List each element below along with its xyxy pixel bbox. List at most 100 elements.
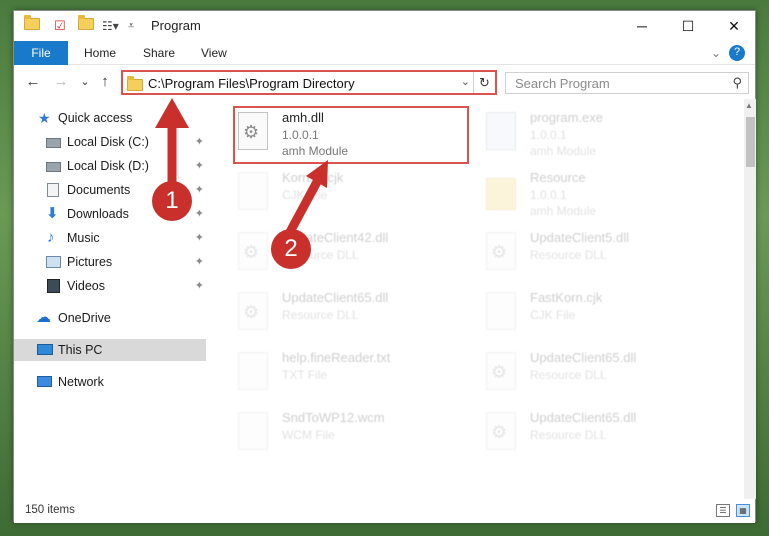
file-icon	[238, 172, 268, 210]
file-name: Resource	[530, 170, 586, 185]
sidebar-item-label: Videos	[67, 279, 105, 293]
up-button[interactable]: ↑	[96, 73, 114, 91]
pin-icon[interactable]: ✦	[195, 203, 204, 225]
file-name: FastKorn.cjk	[530, 290, 603, 305]
file-explorer-window: ☑ ☷▾ ⩡ Program ─ ☐ ✕ File Home Share Vie…	[13, 10, 756, 523]
file-name: program.exe	[530, 110, 603, 125]
pc-icon	[37, 344, 53, 355]
minimize-button[interactable]: ─	[619, 11, 665, 41]
file-item[interactable]: help.fineReader.txt TXT File	[234, 348, 464, 404]
file-type: Resource DLL	[530, 368, 607, 382]
file-icon	[486, 292, 516, 330]
sidebar-item-label: Documents	[67, 183, 131, 197]
search-icon[interactable]: ⚲	[732, 75, 742, 91]
sidebar-item-label: Local Disk (D:)	[67, 159, 149, 173]
drive-icon	[46, 138, 61, 148]
sidebar-item-local-disk-c[interactable]: Local Disk (C:) ✦	[14, 131, 206, 153]
sidebar-item-quick-access[interactable]: ★ Quick access	[14, 107, 206, 129]
expand-ribbon-icon[interactable]: ⌄	[711, 41, 721, 65]
tab-view[interactable]: View	[190, 41, 238, 65]
sidebar-item-this-pc[interactable]: This PC	[14, 339, 206, 361]
pin-icon[interactable]: ✦	[195, 227, 204, 249]
file-name: UpdateClient65.dll	[282, 290, 389, 305]
onedrive-icon: ☁	[36, 309, 51, 326]
network-icon	[37, 376, 52, 387]
dll-file-icon: ⚙	[486, 232, 516, 270]
recent-locations-button[interactable]: ⌄	[76, 73, 94, 91]
videos-icon	[47, 279, 60, 293]
sidebar-item-label: Network	[58, 375, 104, 389]
folder-icon[interactable]	[24, 15, 40, 35]
pin-icon[interactable]: ✦	[195, 179, 204, 201]
back-button[interactable]: ←	[24, 73, 42, 91]
pin-icon[interactable]: ✦	[195, 275, 204, 297]
file-name: UpdateClient5.dll	[530, 230, 630, 245]
ribbon-tabs: File Home Share View ⌄ ?	[14, 41, 755, 65]
sidebar-item-music[interactable]: ♪ Music ✦	[14, 227, 206, 249]
file-description: amh Module	[530, 204, 597, 218]
file-name: UpdateClient65.dll	[530, 350, 637, 365]
close-button[interactable]: ✕	[711, 11, 757, 41]
file-item[interactable]: ⚙ UpdateClient65.dll Resource DLL	[482, 348, 712, 404]
status-bar: 150 items ☰ ▦	[14, 499, 755, 523]
pin-icon[interactable]: ✦	[195, 131, 204, 153]
address-dropdown-icon[interactable]: ⌄	[461, 75, 470, 88]
file-item[interactable]: Resource 1.0.0.1 amh Module	[482, 168, 712, 224]
file-type: Resource DLL	[282, 308, 359, 322]
file-item[interactable]: ⚙ UpdateClient65.dll Resource DLL	[234, 288, 464, 344]
pin-icon[interactable]: ✦	[195, 155, 204, 177]
sidebar-item-local-disk-d[interactable]: Local Disk (D:) ✦	[14, 155, 206, 177]
sidebar-item-onedrive[interactable]: ☁ OneDrive	[14, 307, 206, 329]
file-name: help.fineReader.txt	[282, 350, 391, 365]
sidebar-item-label: Pictures	[67, 255, 113, 269]
sidebar-item-label: OneDrive	[58, 311, 111, 325]
large-icons-view-icon[interactable]: ▦	[736, 504, 750, 517]
music-icon: ♪	[47, 229, 55, 246]
sidebar-item-pictures[interactable]: Pictures ✦	[14, 251, 206, 273]
item-count: 150 items	[25, 504, 75, 516]
tab-share[interactable]: Share	[132, 41, 186, 65]
address-path[interactable]: C:\Program Files\Program Directory	[148, 76, 355, 91]
file-item[interactable]: SndToWP12.wcm WCM File	[234, 408, 464, 464]
refresh-button[interactable]: ↻	[473, 72, 495, 93]
search-placeholder: Search Program	[515, 76, 610, 91]
file-type: Resource DLL	[530, 248, 607, 262]
sidebar-item-label: Music	[67, 231, 100, 245]
file-item[interactable]: ⚙ UpdateClient42.dll Resource DLL	[234, 228, 464, 284]
new-folder-icon[interactable]	[78, 15, 94, 35]
amh-dll-highlight-box	[233, 106, 469, 164]
file-item[interactable]: program.exe 1.0.0.1 amh Module	[482, 108, 712, 164]
forward-button[interactable]: →	[52, 73, 70, 91]
sidebar-item-videos[interactable]: Videos ✦	[14, 275, 206, 297]
navigation-bar: ← → ⌄ ↑ C:\Program Files\Program Directo…	[14, 65, 755, 99]
sidebar-item-label: Quick access	[58, 111, 133, 125]
scrollbar-thumb[interactable]	[746, 117, 755, 167]
tab-home[interactable]: Home	[73, 41, 127, 65]
file-icon	[238, 412, 268, 450]
file-item[interactable]: Korrect.cjk CJK File	[234, 168, 464, 224]
scroll-up-icon[interactable]: ▲	[745, 101, 753, 110]
step-badge-1: 1	[152, 181, 192, 221]
dll-file-icon: ⚙	[486, 352, 516, 390]
maximize-button[interactable]: ☐	[665, 11, 711, 41]
pin-icon[interactable]: ✦	[195, 251, 204, 273]
file-item[interactable]: ⚙ UpdateClient5.dll Resource DLL	[482, 228, 712, 284]
sidebar-item-network[interactable]: Network	[14, 371, 206, 393]
customize-toolbar-icon[interactable]: ☷▾	[102, 17, 119, 35]
file-icon	[238, 352, 268, 390]
help-icon[interactable]: ?	[729, 45, 745, 61]
address-bar[interactable]: C:\Program Files\Program Directory ⌄ ↻	[121, 70, 497, 95]
file-item[interactable]: FastKorn.cjk CJK File	[482, 288, 712, 344]
sidebar-item-label: This PC	[58, 343, 103, 357]
quick-access-dropdown-icon[interactable]: ⩡	[128, 17, 134, 35]
file-version: 1.0.0.1	[530, 188, 567, 202]
search-input[interactable]: Search Program ⚲	[505, 72, 749, 94]
file-item[interactable]: ⚙ UpdateClient65.dll Resource DLL	[482, 408, 712, 464]
details-view-icon[interactable]: ☰	[716, 504, 730, 517]
file-type: WCM File	[282, 428, 335, 442]
tab-file[interactable]: File	[14, 41, 68, 65]
pictures-icon	[46, 256, 61, 268]
title-bar: ☑ ☷▾ ⩡ Program ─ ☐ ✕	[14, 11, 755, 41]
sidebar-item-label: Local Disk (C:)	[67, 135, 149, 149]
properties-icon[interactable]: ☑	[54, 17, 66, 35]
